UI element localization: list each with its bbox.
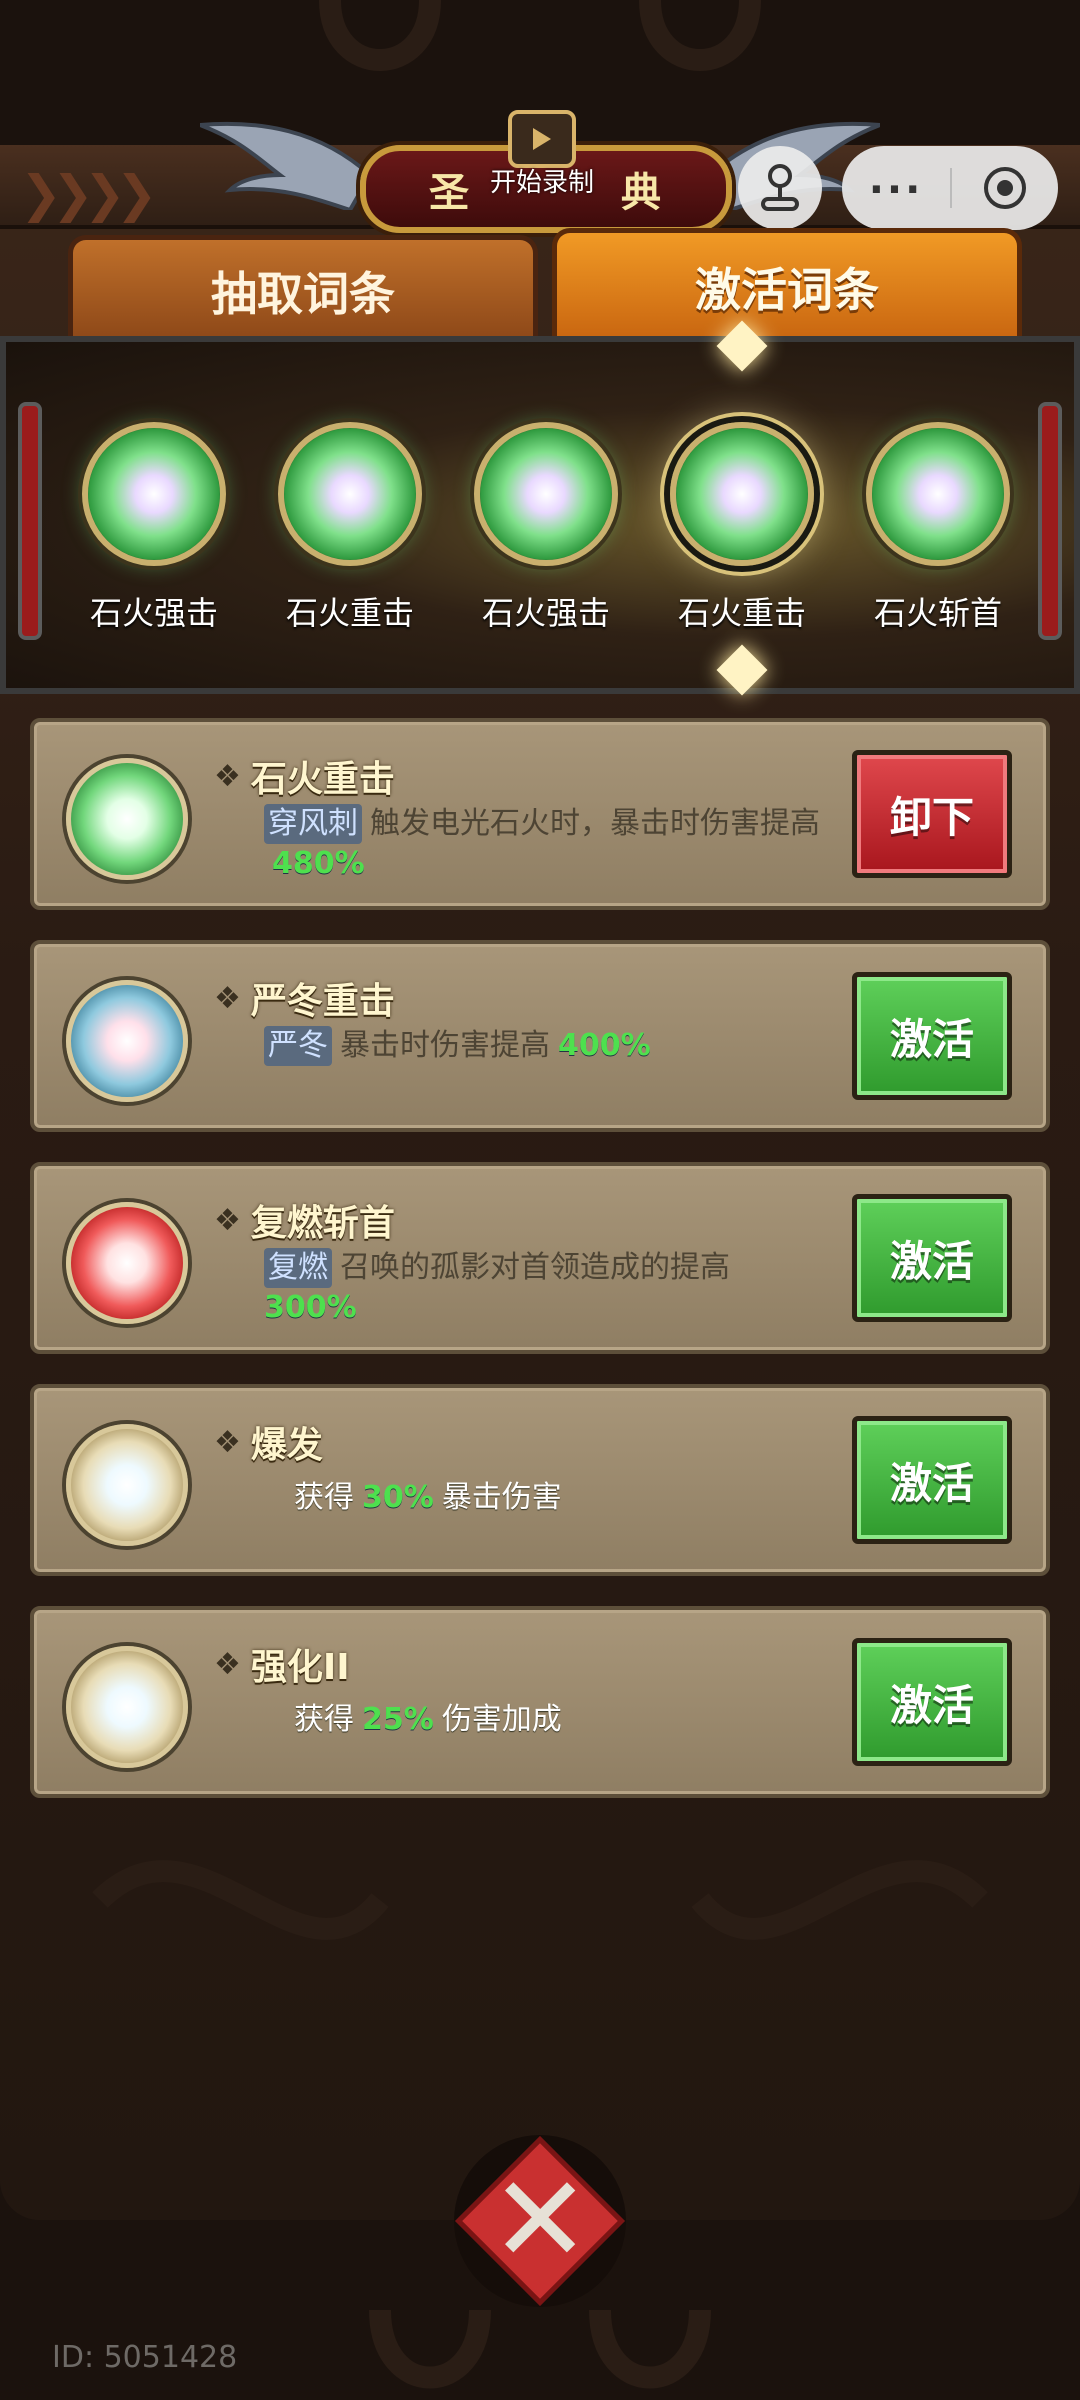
slot-4-selected[interactable]: 石火重击 xyxy=(662,422,822,634)
diamond-bullet-icon: ❖ xyxy=(214,1646,241,1682)
diamond-bullet-icon: ❖ xyxy=(214,1424,241,1460)
diamond-bullet-icon: ❖ xyxy=(214,758,241,794)
entry-title: 强化II xyxy=(250,1647,350,1688)
entry-card-3: ❖ 复燃斩首 复燃 召唤的孤影对首领造成的提高 300% 激活 xyxy=(30,1162,1050,1354)
slot-label: 石火重击 xyxy=(285,594,414,632)
crossed-swords-icon: ✕ xyxy=(455,2136,625,2306)
entry-tag: 复燃 xyxy=(264,1248,332,1288)
green-rune-orb-icon xyxy=(82,422,226,566)
green-rune-orb-icon xyxy=(278,422,422,566)
entry-description: 穿风刺 触发电光石火时，暴击时伤害提高480% xyxy=(264,804,844,884)
entry-value: 30% xyxy=(362,1480,434,1515)
entry-card-4: ❖ 爆发 获得 30% 暴击伤害 激活 xyxy=(30,1384,1050,1576)
start-recording-label[interactable]: 开始录制 xyxy=(490,162,594,199)
header-chevron-decoration: ❯❯❯❯ xyxy=(20,165,158,223)
entry-description: 复燃 召唤的孤影对首领造成的提高 300% xyxy=(264,1248,730,1325)
joystick-icon xyxy=(761,164,799,211)
frame-right-decoration xyxy=(1038,402,1062,640)
gold-rune-orb-icon xyxy=(66,1424,188,1546)
unload-button[interactable]: 卸下 xyxy=(852,750,1012,878)
user-id-label: ID: 5051428 xyxy=(52,2340,238,2375)
slot-label: 石火强击 xyxy=(89,594,218,632)
slot-label: 石火强击 xyxy=(481,594,610,632)
green-rune-orb-icon xyxy=(866,422,1010,566)
green-rune-orb-icon xyxy=(670,422,814,566)
entry-description: 获得 30% 暴击伤害 xyxy=(294,1480,562,1515)
slot-1[interactable]: 石火强击 xyxy=(74,422,234,634)
tab-draw-entry[interactable]: 抽取词条 xyxy=(68,235,538,342)
entry-tag: 穿风刺 xyxy=(264,804,362,844)
activate-button[interactable]: 激活 xyxy=(852,1416,1012,1544)
red-rune-orb-icon xyxy=(66,1202,188,1324)
slot-5[interactable]: 石火斩首 xyxy=(858,422,1018,634)
equipped-slots-panel: 石火强击 石火重击 石火强击 石火重击 石火斩首 xyxy=(0,320,1080,696)
diamond-bullet-icon: ❖ xyxy=(214,980,241,1016)
entry-card-5: ❖ 强化II 获得 25% 伤害加成 激活 xyxy=(30,1606,1050,1798)
slot-label: 石火斩首 xyxy=(873,594,1002,632)
bottom-sparkle-icon xyxy=(716,644,768,696)
entry-value: 400% xyxy=(558,1028,651,1063)
diamond-bullet-icon: ❖ xyxy=(214,1202,241,1238)
entry-card-1: ❖ 石火重击 穿风刺 触发电光石火时，暴击时伤害提高480% 卸下 xyxy=(30,718,1050,910)
entry-value: 480% xyxy=(272,846,365,881)
close-target-button[interactable] xyxy=(952,165,1058,211)
entry-title: 复燃斩首 xyxy=(250,1203,395,1244)
more-options-icon[interactable]: ... xyxy=(842,157,950,203)
entry-description: 获得 25% 伤害加成 xyxy=(294,1702,562,1737)
entry-title: 严冬重击 xyxy=(250,981,395,1022)
tab-activate-entry[interactable]: 激活词条 xyxy=(552,228,1022,341)
green-rune-orb-icon xyxy=(66,758,188,880)
activate-button[interactable]: 激活 xyxy=(852,1638,1012,1766)
activate-button[interactable]: 激活 xyxy=(852,972,1012,1100)
joystick-button[interactable] xyxy=(738,146,822,230)
crossed-swords-emblem-button[interactable]: ✕ xyxy=(454,2135,626,2307)
entry-title: 石火重击 xyxy=(250,759,395,800)
record-video-icon[interactable] xyxy=(508,110,576,168)
slot-label: 石火重击 xyxy=(677,594,806,632)
entry-value: 25% xyxy=(362,1702,434,1737)
activate-button[interactable]: 激活 xyxy=(852,1194,1012,1322)
entry-tag: 严冬 xyxy=(264,1026,332,1066)
green-rune-orb-icon xyxy=(474,422,618,566)
frame-left-decoration xyxy=(18,402,42,640)
left-wing-decoration xyxy=(200,121,370,210)
entry-card-2: ❖ 严冬重击 严冬 暴击时伤害提高 400% 激活 xyxy=(30,940,1050,1132)
entry-value: 300% xyxy=(264,1290,357,1325)
slot-2[interactable]: 石火重击 xyxy=(270,422,430,634)
slot-3[interactable]: 石火强击 xyxy=(466,422,626,634)
blue-rune-orb-icon xyxy=(66,980,188,1102)
gold-rune-orb-icon xyxy=(66,1646,188,1768)
mini-program-capsule: ... xyxy=(842,146,1058,230)
target-close-icon xyxy=(984,167,1026,209)
entry-title: 爆发 xyxy=(250,1425,323,1466)
entry-description: 严冬 暴击时伤害提高 400% xyxy=(264,1026,844,1066)
